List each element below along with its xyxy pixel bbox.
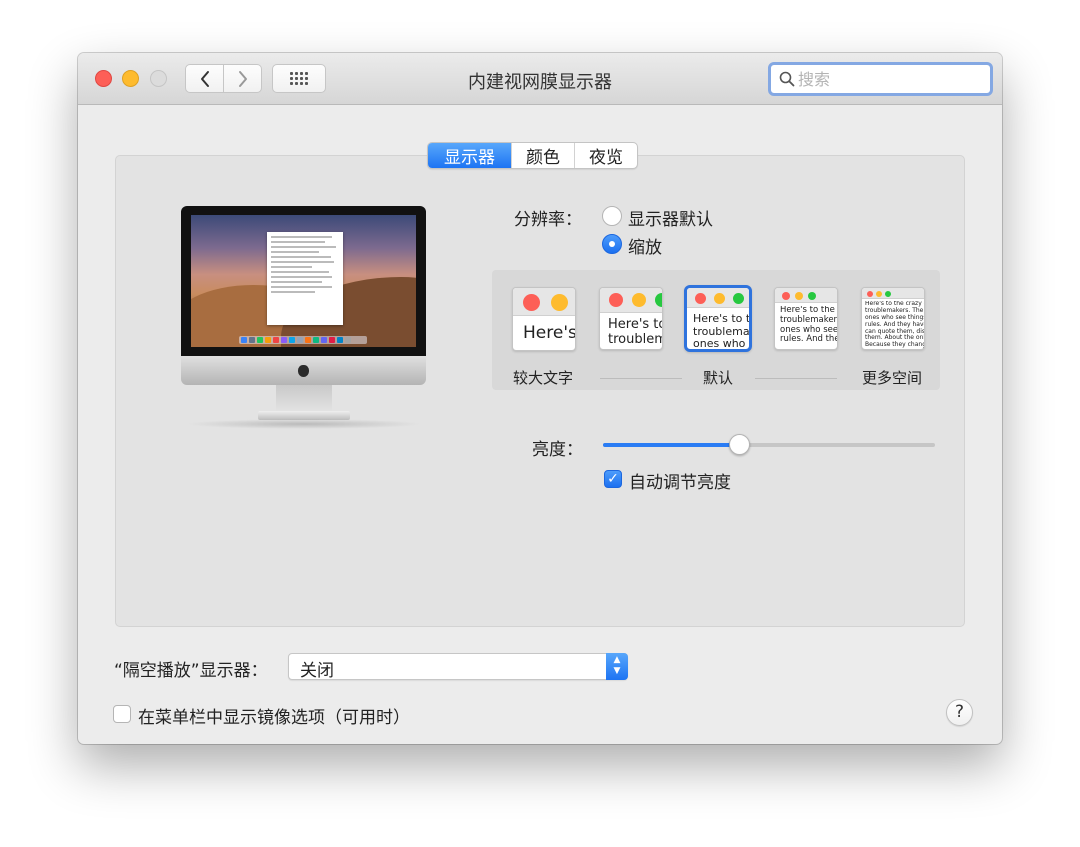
search-icon (779, 71, 795, 87)
brightness-label: 亮度： (532, 440, 583, 460)
document-preview (267, 232, 343, 325)
brightness-slider-track[interactable] (603, 443, 935, 447)
resolution-default-label[interactable]: 显示器默认 (628, 205, 713, 230)
scaling-preview-text: Here's (523, 324, 575, 343)
scaling-preview-text: Here's to th troublemak ones who s (693, 313, 749, 351)
show-mirroring-checkbox[interactable] (113, 705, 131, 723)
auto-brightness-checkbox[interactable]: ✓ (604, 470, 622, 488)
search-input[interactable] (798, 69, 968, 89)
search-field[interactable] (768, 62, 993, 96)
tab-color[interactable]: 颜色 (511, 143, 574, 168)
resolution-scaled-radio[interactable] (602, 234, 622, 254)
display-illustration (181, 206, 426, 356)
tab-display[interactable]: 显示器 (428, 143, 511, 168)
airplay-display-select[interactable]: 关闭 ▲ ▼ (288, 653, 628, 681)
select-arrows-icon: ▲ ▼ (606, 653, 628, 680)
show-mirroring-label[interactable]: 在菜单栏中显示镜像选项（可用时） (138, 703, 410, 728)
scaling-preview-text: Here's to troublem (608, 318, 662, 347)
dock-preview (239, 336, 367, 344)
scaling-label-larger-text: 较大文字 (513, 369, 574, 387)
brightness-slider-knob[interactable] (728, 434, 750, 455)
airplay-display-value: 关闭 (300, 661, 334, 681)
display-chin (181, 356, 426, 385)
scaling-option-2[interactable]: Here's to troublem (599, 287, 663, 350)
tab-night-shift[interactable]: 夜览 (574, 143, 637, 168)
brightness-slider-fill (603, 443, 740, 447)
scaling-option-more-space[interactable]: Here's to the crazy one troublemakers. T… (861, 287, 925, 350)
resolution-default-radio[interactable] (602, 206, 622, 226)
help-button[interactable]: ? (946, 699, 973, 726)
apple-logo-icon (298, 364, 309, 377)
resolution-scaled-label[interactable]: 缩放 (628, 233, 662, 258)
scaling-option-default[interactable]: Here's to th troublemak ones who s (684, 285, 752, 352)
tab-bar: 显示器 颜色 夜览 (427, 142, 638, 169)
scaling-option-larger-text[interactable]: Here's (512, 287, 576, 351)
system-preferences-window: 内建视网膜显示器 显示器 颜色 夜览 (78, 53, 1002, 744)
resolution-label: 分辨率： (514, 210, 582, 230)
title-bar: 内建视网膜显示器 (78, 53, 1002, 105)
scaling-preview-text: Here's to the cr troublemakers. ones who… (780, 306, 837, 345)
scaling-label-more-space: 更多空间 (862, 369, 923, 387)
scaling-option-4[interactable]: Here's to the cr troublemakers. ones who… (774, 287, 838, 350)
airplay-display-label: “隔空播放”显示器： (114, 661, 268, 681)
desktop-wallpaper (191, 215, 416, 347)
scaling-preview-text: Here's to the crazy one troublemakers. T… (865, 301, 924, 349)
scaling-label-default: 默认 (703, 369, 734, 387)
auto-brightness-label[interactable]: 自动调节亮度 (629, 468, 731, 493)
